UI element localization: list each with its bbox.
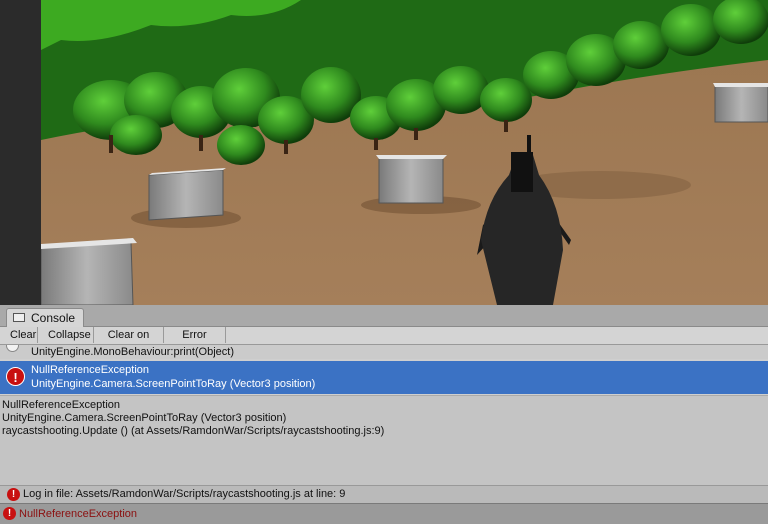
console-tab[interactable]: Console bbox=[6, 308, 85, 327]
console-panel: Console Clear Collapse Clear on play Err… bbox=[0, 305, 768, 524]
console-log-list[interactable]: UnityEngine.MonoBehaviour:print(Object) … bbox=[0, 345, 768, 395]
status-message: NullReferenceException bbox=[19, 508, 138, 520]
error-pause-toggle[interactable]: Error pause bbox=[164, 327, 226, 357]
stack-trace-line: NullReferenceException bbox=[2, 399, 121, 411]
log-entry-subtitle: UnityEngine.Camera.ScreenPointToRay (Vec… bbox=[31, 378, 316, 390]
error-exclamation-icon: ! bbox=[6, 367, 25, 386]
clear-button[interactable]: Clear bbox=[6, 327, 38, 343]
console-tab-label: Console bbox=[31, 311, 76, 325]
speech-bubble-icon bbox=[6, 345, 19, 352]
log-entry[interactable]: UnityEngine.MonoBehaviour:print(Object) bbox=[0, 345, 768, 359]
game-viewport[interactable] bbox=[0, 0, 768, 305]
console-toolbar: Clear Collapse Clear on play Error pause bbox=[0, 327, 768, 357]
collapse-toggle[interactable]: Collapse bbox=[44, 327, 94, 343]
log-entry-text: UnityEngine.MonoBehaviour:print(Object) bbox=[31, 346, 234, 358]
console-window-icon bbox=[13, 313, 25, 322]
stack-trace-detail[interactable]: NullReferenceException UnityEngine.Camer… bbox=[0, 395, 768, 488]
stack-trace-line: UnityEngine.Camera.ScreenPointToRay (Vec… bbox=[2, 412, 287, 424]
console-tabbar: Console bbox=[0, 305, 768, 327]
clear-on-play-toggle[interactable]: Clear on play bbox=[94, 327, 164, 357]
log-entry-selected[interactable]: ! NullReferenceException UnityEngine.Cam… bbox=[0, 361, 768, 394]
log-file-text: Log in file: Assets/RamdonWar/Scripts/ra… bbox=[23, 488, 346, 500]
editor-left-panel-edge bbox=[0, 0, 41, 305]
log-entry-title: NullReferenceException bbox=[31, 364, 150, 376]
game-scene bbox=[41, 0, 768, 305]
stack-trace-line: raycastshooting.Update () (at Assets/Ram… bbox=[2, 425, 385, 437]
error-exclamation-icon: ! bbox=[3, 507, 16, 520]
log-file-link[interactable]: ! Log in file: Assets/RamdonWar/Scripts/… bbox=[0, 485, 768, 503]
error-exclamation-icon: ! bbox=[7, 488, 20, 501]
editor-status-bar[interactable]: ! NullReferenceException bbox=[0, 503, 768, 524]
